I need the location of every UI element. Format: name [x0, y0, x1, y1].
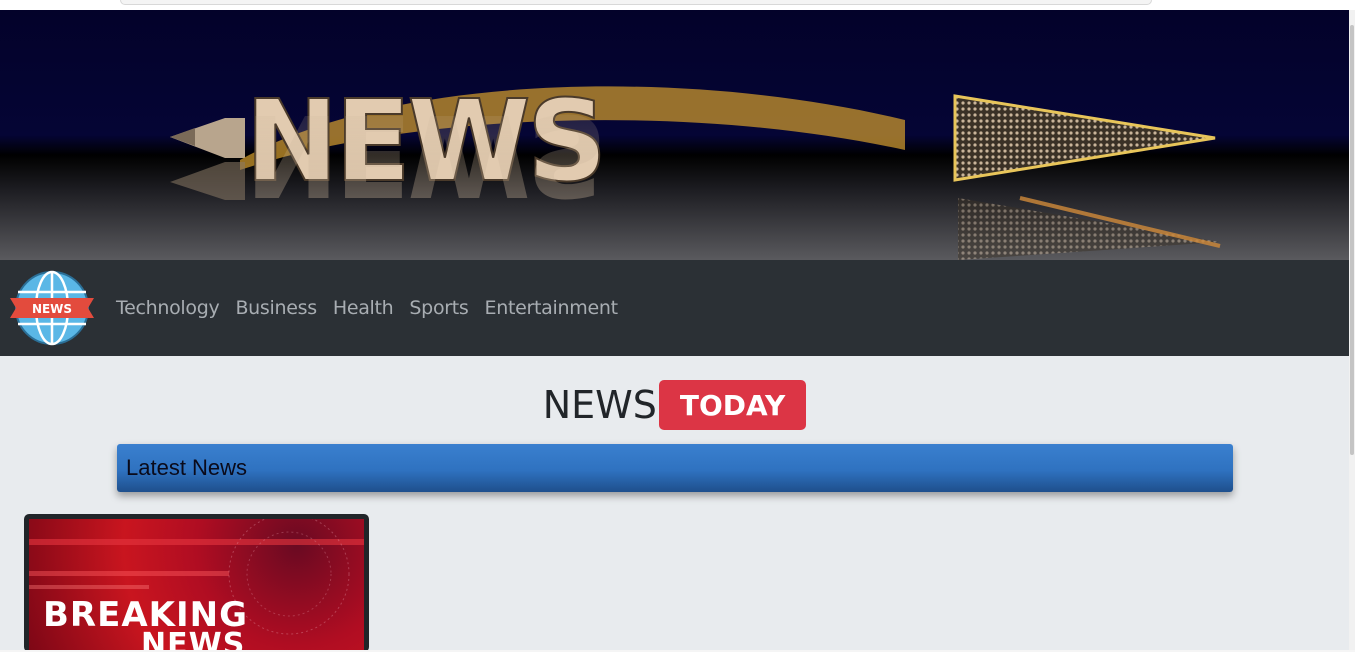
news-card[interactable]: BREAKING NEWS: [24, 514, 369, 652]
browser-top-strip: [0, 0, 1355, 10]
breaking-news-image[interactable]: BREAKING NEWS: [29, 519, 364, 652]
globe-icon: NEWS: [10, 270, 94, 346]
nav-links: Technology Business Health Sports Entert…: [108, 297, 626, 319]
page-title: NEWS TODAY: [0, 380, 1349, 434]
logo-news-label: NEWS: [32, 302, 72, 316]
address-bar-edge: [120, 0, 1152, 5]
nav-technology[interactable]: Technology: [108, 297, 227, 319]
title-news-word: NEWS: [542, 383, 657, 427]
scrollbar-thumb[interactable]: [1350, 25, 1354, 455]
nav-business[interactable]: Business: [227, 297, 324, 319]
latest-news-header: Latest News: [117, 444, 1233, 492]
nav-health[interactable]: Health: [325, 297, 402, 319]
latest-news-title: Latest News: [126, 455, 248, 480]
page-scrollbar[interactable]: [1349, 10, 1355, 652]
nav-entertainment[interactable]: Entertainment: [477, 297, 626, 319]
news-globe-logo[interactable]: NEWS: [10, 270, 94, 346]
news-text: NEWS: [141, 627, 246, 652]
banner-news-reflection: NEWS: [245, 89, 603, 219]
header-banner: NEWS NEWS: [0, 10, 1349, 260]
play-mesh-shape: [953, 94, 1216, 182]
today-badge: TODAY: [658, 380, 807, 430]
main-navbar: NEWS Technology Business Health Sports E…: [0, 260, 1349, 356]
nav-sports[interactable]: Sports: [401, 297, 476, 319]
news-banner-art: NEWS NEWS: [170, 76, 1221, 260]
